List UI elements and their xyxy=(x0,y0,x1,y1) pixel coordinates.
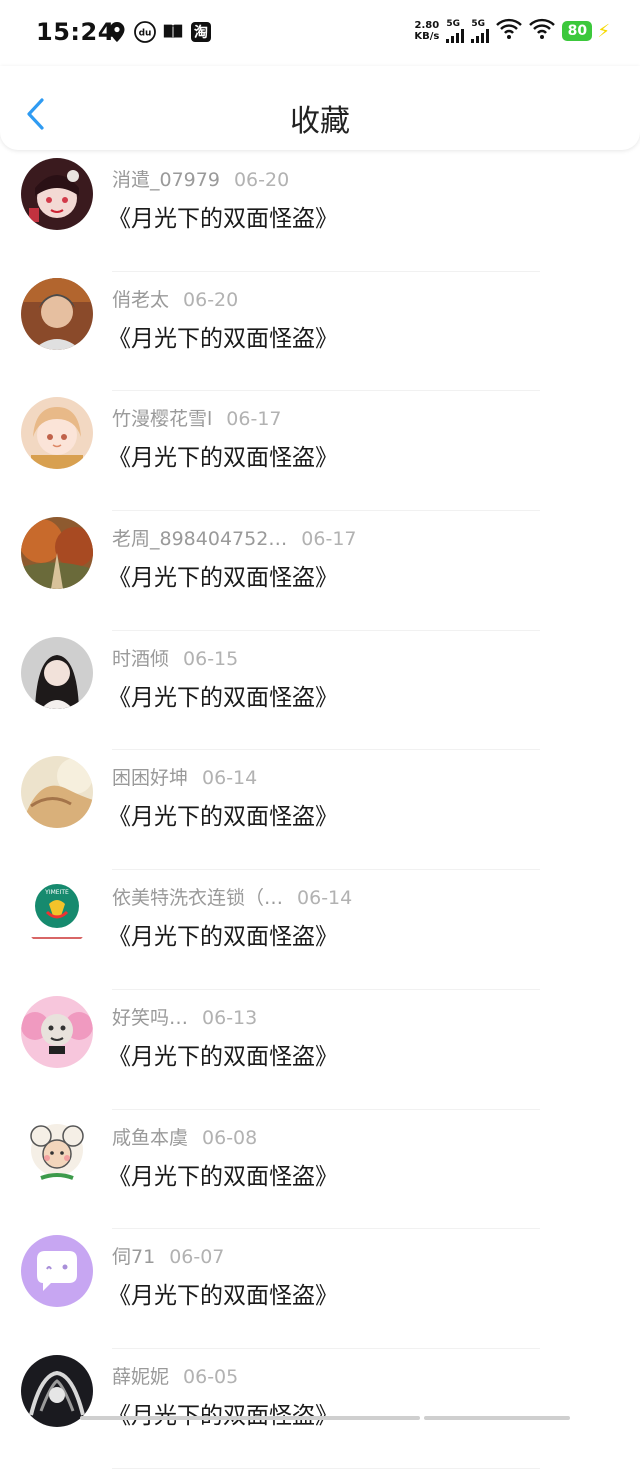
avatar-icon[interactable] xyxy=(21,636,93,709)
avatar-icon[interactable]: YIMEITE xyxy=(21,876,93,949)
battery-indicator: 80 xyxy=(562,21,593,41)
network-speed-value: 2.80 xyxy=(414,20,440,31)
favorite-list-item[interactable]: 俏老太 06-20 《月光下的双面怪盗》 xyxy=(0,272,640,392)
avatar-icon[interactable] xyxy=(21,397,93,470)
svg-text:淘: 淘 xyxy=(194,24,208,41)
taobao-icon: 淘 xyxy=(190,21,212,43)
signal-2-label: 5G xyxy=(471,18,486,29)
status-left-icons: du 淘 xyxy=(106,21,212,43)
signal-bars-icon xyxy=(471,28,490,43)
item-meta: 困困好坤 06-14 xyxy=(112,763,257,790)
user-name[interactable]: 时酒倾 xyxy=(112,648,169,670)
favorite-list-item[interactable]: YIMEITE 依美特洗衣连锁（… 06-14 《月光下的双面怪盗》 xyxy=(0,870,640,990)
item-meta: 消遣_07979 06-20 xyxy=(112,165,289,192)
favorite-list-item[interactable]: 薛妮妮 06-05 《月光下的双面怪盗》 xyxy=(0,1349,640,1469)
user-name[interactable]: 困困好坤 xyxy=(112,767,188,789)
work-title[interactable]: 《月光下的双面怪盗》 xyxy=(108,1157,338,1191)
user-name[interactable]: 老周_898404752… xyxy=(112,528,287,550)
favorite-date: 06-05 xyxy=(183,1365,239,1388)
avatar-icon[interactable] xyxy=(21,158,93,230)
avatar-icon[interactable] xyxy=(21,1235,93,1308)
divider xyxy=(112,1467,540,1469)
charging-icon: ⚡ xyxy=(597,20,610,42)
item-meta: 好笑吗… 06-13 xyxy=(112,1003,257,1030)
item-meta: 伺71 06-07 xyxy=(112,1242,224,1269)
favorite-date: 06-20 xyxy=(233,169,290,191)
item-meta: 依美特洗衣连锁（… 06-14 xyxy=(112,883,352,910)
item-meta: 俏老太 06-20 xyxy=(112,285,238,312)
user-name[interactable]: 依美特洗衣连锁（… xyxy=(112,887,283,909)
item-meta: 薛妮妮 06-05 xyxy=(112,1362,238,1389)
work-title[interactable]: 《月光下的双面怪盗》 xyxy=(108,1396,338,1430)
home-indicator[interactable] xyxy=(80,1416,420,1420)
status-bar: 15:24 du 淘 2.80 KB/s 5G 5G 80 ⚡ xyxy=(0,0,640,66)
favorite-list-item[interactable]: 消遣_07979 06-20 《月光下的双面怪盗》 xyxy=(0,152,640,272)
svg-text:YIMEITE: YIMEITE xyxy=(44,889,69,896)
user-name[interactable]: 俏老太 xyxy=(112,289,169,311)
hotspot-icon xyxy=(496,18,523,44)
du-app-icon: du xyxy=(134,21,156,43)
avatar-icon[interactable] xyxy=(21,517,93,590)
nav-header: 收藏 xyxy=(0,66,640,150)
book-icon xyxy=(162,21,184,43)
favorite-date: 06-17 xyxy=(226,408,282,431)
favorite-list-item[interactable]: 时酒倾 06-15 《月光下的双面怪盗》 xyxy=(0,631,640,751)
item-meta: 时酒倾 06-15 xyxy=(112,644,238,671)
favorite-list-item[interactable]: 困困好坤 06-14 《月光下的双面怪盗》 xyxy=(0,750,640,871)
wifi-icon xyxy=(529,18,556,44)
favorite-date: 06-07 xyxy=(169,1246,225,1269)
avatar-icon[interactable] xyxy=(21,1115,93,1188)
favorite-date: 06-20 xyxy=(183,288,239,311)
work-title[interactable]: 《月光下的双面怪盗》 xyxy=(108,319,338,353)
favorite-date: 06-15 xyxy=(183,647,239,670)
page-title: 收藏 xyxy=(290,104,350,139)
work-title[interactable]: 《月光下的双面怪盗》 xyxy=(108,917,338,951)
work-title[interactable]: 《月光下的双面怪盗》 xyxy=(108,678,338,712)
location-icon xyxy=(106,21,128,43)
network-speed-unit: KB/s xyxy=(414,31,440,42)
favorite-date: 06-08 xyxy=(202,1126,258,1149)
work-title[interactable]: 《月光下的双面怪盗》 xyxy=(108,797,338,831)
user-name[interactable]: 薛妮妮 xyxy=(112,1366,169,1388)
signal-bars-icon xyxy=(446,28,465,43)
avatar-icon[interactable] xyxy=(21,995,93,1068)
signal-1-label: 5G xyxy=(446,18,461,29)
favorite-list-item[interactable]: 竹漫樱花雪l 06-17 《月光下的双面怪盗》 xyxy=(0,391,640,512)
item-meta: 咸鱼本虞 06-08 xyxy=(112,1123,257,1150)
user-name[interactable]: 消遣_07979 xyxy=(112,169,220,191)
work-title[interactable]: 《月光下的双面怪盗》 xyxy=(108,199,338,233)
favorite-list-item[interactable]: 伺71 06-07 《月光下的双面怪盗》 xyxy=(0,1229,640,1349)
favorite-date: 06-14 xyxy=(297,887,353,910)
favorite-list-item[interactable]: 老周_898404752… 06-17 《月光下的双面怪盗》 xyxy=(0,511,640,631)
svg-text:du: du xyxy=(139,29,152,39)
user-name[interactable]: 伺71 xyxy=(112,1246,155,1268)
user-name[interactable]: 咸鱼本虞 xyxy=(112,1127,188,1149)
work-title[interactable]: 《月光下的双面怪盗》 xyxy=(108,438,338,472)
favorites-list: 消遣_07979 06-20 《月光下的双面怪盗》 俏老太 06-20 《月光下的双面怪盗… xyxy=(0,152,640,1469)
status-time: 15:24 xyxy=(36,18,115,46)
status-right-icons: 2.80 KB/s 5G 5G 80 ⚡ xyxy=(414,18,610,44)
home-indicator-secondary xyxy=(424,1416,570,1420)
avatar-icon[interactable] xyxy=(21,756,93,829)
favorite-list-item[interactable]: 咸鱼本虞 06-08 《月光下的双面怪盗》 xyxy=(0,1110,640,1230)
favorite-date: 06-13 xyxy=(202,1006,258,1029)
favorite-date: 06-17 xyxy=(301,528,357,551)
user-name[interactable]: 竹漫樱花雪l xyxy=(112,408,212,430)
favorite-date: 06-14 xyxy=(202,767,258,790)
network-speed: 2.80 KB/s xyxy=(414,20,439,42)
signal-1: 5G xyxy=(446,18,465,43)
user-name[interactable]: 好笑吗… xyxy=(112,1007,188,1029)
signal-2: 5G xyxy=(471,18,490,43)
favorite-list-item[interactable]: 好笑吗… 06-13 《月光下的双面怪盗》 xyxy=(0,990,640,1110)
avatar-icon[interactable] xyxy=(21,277,93,350)
work-title[interactable]: 《月光下的双面怪盗》 xyxy=(108,1276,338,1310)
item-meta: 竹漫樱花雪l 06-17 xyxy=(112,404,282,431)
work-title[interactable]: 《月光下的双面怪盗》 xyxy=(108,1037,338,1071)
item-meta: 老周_898404752… 06-17 xyxy=(112,524,357,551)
work-title[interactable]: 《月光下的双面怪盗》 xyxy=(108,558,338,592)
